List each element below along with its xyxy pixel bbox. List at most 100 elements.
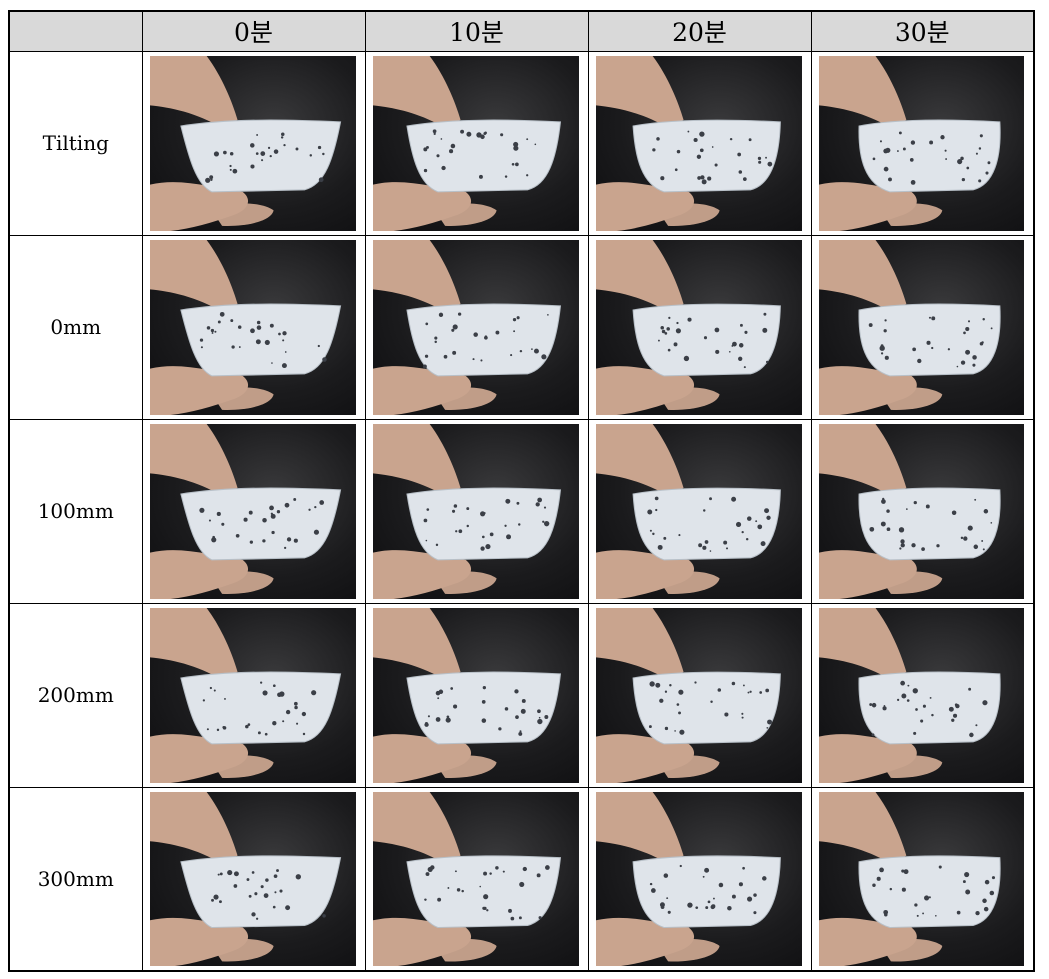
pore xyxy=(952,713,957,718)
pore xyxy=(673,729,676,732)
pore xyxy=(901,887,906,892)
pore xyxy=(281,719,284,722)
pore xyxy=(912,687,918,693)
pore xyxy=(293,538,298,543)
pore xyxy=(737,356,742,361)
pore xyxy=(967,687,971,691)
pore xyxy=(543,506,546,509)
pore xyxy=(649,529,652,532)
pore xyxy=(962,331,966,334)
pore xyxy=(209,686,212,689)
specimen xyxy=(405,671,561,744)
pore xyxy=(726,905,732,910)
photo-drawing xyxy=(818,423,1001,599)
pore xyxy=(938,864,942,869)
row-label: 100mm xyxy=(8,418,143,604)
pore xyxy=(944,157,947,160)
pore xyxy=(285,709,290,714)
specimen xyxy=(405,303,561,376)
table-row: Tilting xyxy=(8,50,1035,236)
photo-cell xyxy=(364,418,589,604)
specimen-photo xyxy=(149,55,356,231)
photo-cell xyxy=(141,50,366,236)
pore xyxy=(868,526,874,532)
pore xyxy=(483,335,488,340)
pore xyxy=(883,912,888,917)
pore xyxy=(657,339,660,341)
pore xyxy=(761,875,767,881)
pore xyxy=(259,681,262,684)
pore xyxy=(465,131,471,137)
pore xyxy=(261,517,267,523)
pore xyxy=(896,149,899,152)
pore xyxy=(540,353,546,359)
pore xyxy=(536,872,541,877)
pore xyxy=(884,147,890,153)
pore xyxy=(711,145,714,148)
pore xyxy=(212,894,219,900)
photo-drawing xyxy=(149,55,341,231)
pore xyxy=(675,327,681,333)
pore xyxy=(740,712,743,715)
pore xyxy=(481,717,486,723)
pore xyxy=(763,507,769,513)
pore xyxy=(278,889,283,893)
pore xyxy=(230,344,235,349)
pore xyxy=(217,320,221,323)
pore xyxy=(535,501,540,507)
pore xyxy=(302,732,305,735)
pore xyxy=(704,905,708,909)
pore xyxy=(668,683,672,686)
pore xyxy=(494,865,499,870)
fingertip xyxy=(211,202,274,226)
pore xyxy=(898,526,904,532)
pore xyxy=(451,350,456,355)
pore xyxy=(522,866,527,871)
pore xyxy=(650,887,656,893)
pore xyxy=(906,698,910,702)
pore xyxy=(485,908,488,911)
row-label: Tilting xyxy=(8,50,143,236)
pore xyxy=(923,894,929,900)
pore xyxy=(504,706,508,711)
pore xyxy=(216,511,221,516)
table-row: 0mm xyxy=(8,234,1035,420)
pore xyxy=(920,546,925,551)
pore xyxy=(693,680,697,684)
photo-cell xyxy=(810,50,1035,236)
pore xyxy=(271,720,276,725)
specimen-photo xyxy=(595,607,802,783)
fingertip xyxy=(434,386,497,410)
specimen-photo xyxy=(595,55,802,231)
photo-drawing xyxy=(149,423,341,599)
pore xyxy=(424,322,428,325)
pore xyxy=(659,175,664,180)
pore xyxy=(699,147,704,152)
pore xyxy=(885,508,890,513)
pore xyxy=(222,150,227,154)
pore xyxy=(497,726,502,730)
pore xyxy=(518,915,522,919)
pore xyxy=(983,906,988,911)
row-label: 0mm xyxy=(8,234,143,420)
pore xyxy=(440,165,446,170)
photo-cell xyxy=(364,50,589,236)
pore xyxy=(226,869,232,875)
pore xyxy=(935,543,940,547)
photo-drawing xyxy=(595,791,781,966)
pore xyxy=(204,177,210,183)
pore xyxy=(868,322,873,327)
pore xyxy=(974,910,980,915)
pore xyxy=(261,689,268,695)
pore xyxy=(905,507,908,510)
pore xyxy=(264,339,270,345)
pore xyxy=(729,137,732,140)
specimen xyxy=(405,119,561,192)
pore xyxy=(903,868,908,874)
pore xyxy=(317,344,320,347)
pore xyxy=(482,893,488,899)
pore xyxy=(748,137,752,141)
pore xyxy=(202,698,205,701)
pore xyxy=(714,162,718,167)
pore xyxy=(654,496,659,500)
